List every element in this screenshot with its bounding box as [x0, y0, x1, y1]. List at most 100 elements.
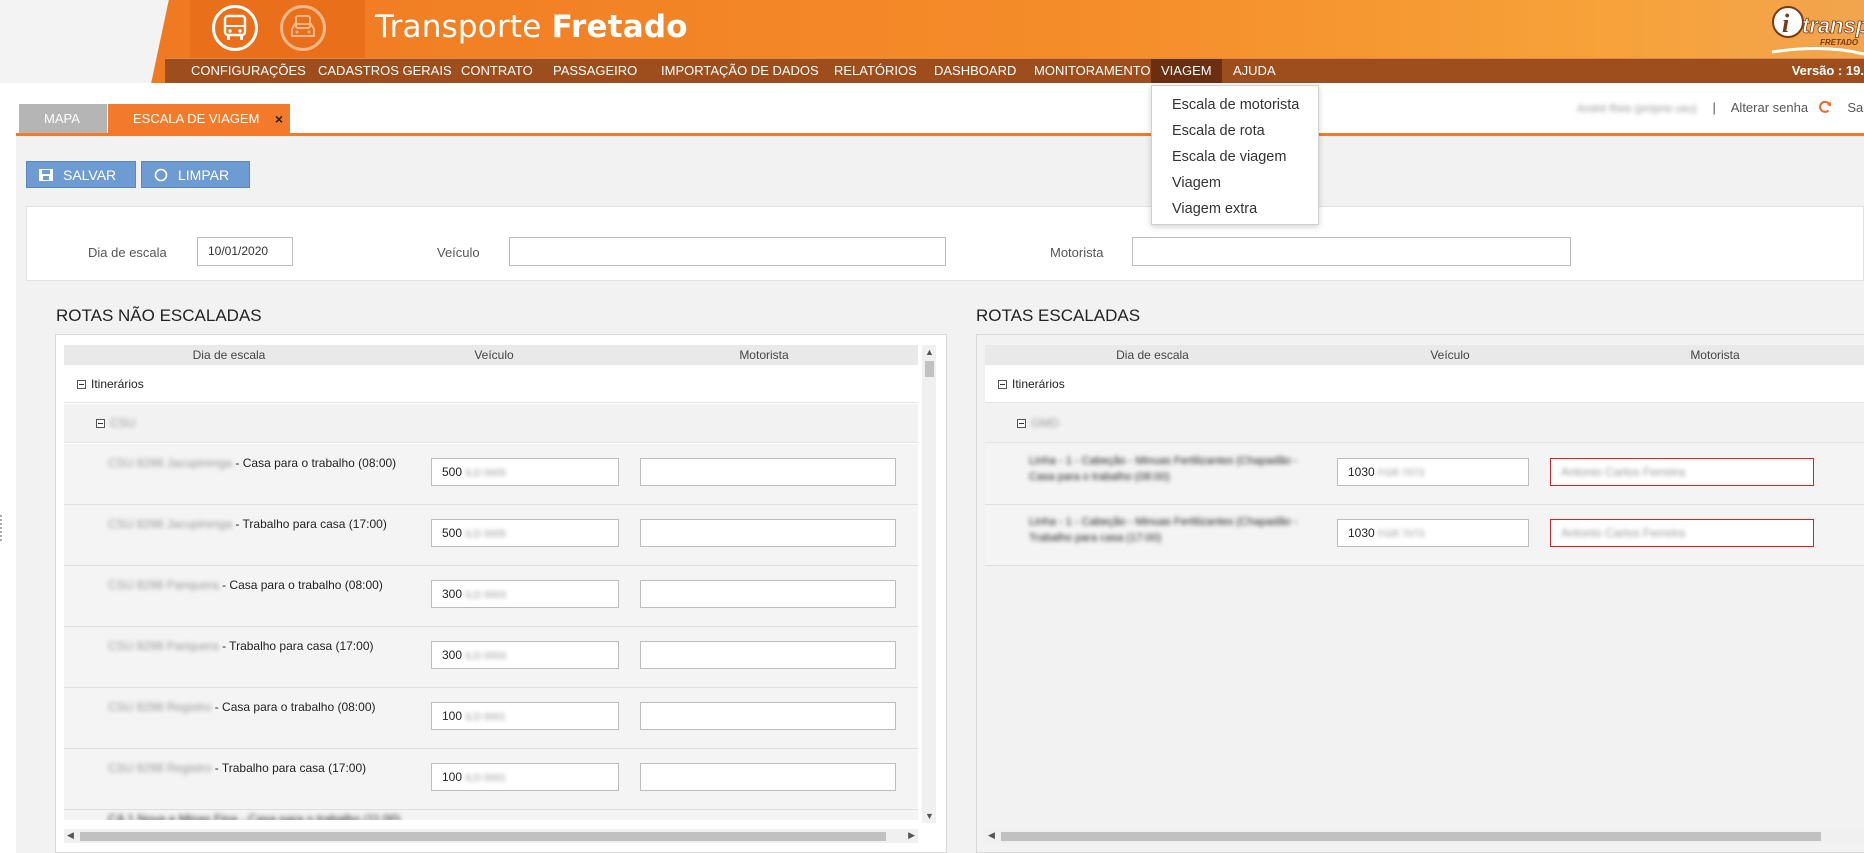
left-grid-title: ROTAS NÃO ESCALADAS: [56, 306, 262, 325]
driver-cell-input[interactable]: [640, 580, 896, 608]
svg-text:i: i: [1782, 9, 1790, 38]
table-row[interactable]: Linha - 1 - Cabeção - Minuas Fertilizant…: [985, 444, 1864, 505]
nav-item-monitoramento[interactable]: MONITORAMENTO: [1024, 59, 1161, 83]
splitter-handle[interactable]: [0, 515, 5, 541]
filter-panel: Dia de escala 10/01/2020 Veículo Motoris…: [26, 206, 1864, 281]
version-label: Versão : 19.: [1791, 63, 1864, 78]
driver-name: Antonio Carlos Ferreira: [1561, 526, 1686, 540]
save-button[interactable]: SALVAR: [26, 161, 136, 188]
right-col-vehicle[interactable]: Veículo: [1345, 345, 1555, 365]
vehicle-cell-input[interactable]: 1030 FGR 7073: [1337, 519, 1529, 547]
vehicle-cell-input[interactable]: 500 ILD 0005: [431, 519, 619, 547]
right-horizontal-scrollbar[interactable]: ◀: [985, 829, 1864, 843]
refresh-icon[interactable]: [1818, 100, 1834, 117]
left-subgroup-row[interactable]: CSU: [64, 404, 918, 443]
nav-item-cadastros-gerais[interactable]: CADASTROS GERAIS: [308, 59, 462, 83]
row-label: CSU 8298 Jacupirenga - Trabalho para cas…: [108, 517, 387, 531]
vehicle-number: 100: [442, 770, 463, 784]
vehicle-plate: FGR 7073: [1378, 529, 1425, 540]
menu-item-escala-de-motorista[interactable]: Escala de motorista: [1152, 92, 1318, 118]
vehicle-cell-input[interactable]: 1030 FGR 7073: [1337, 458, 1529, 486]
table-row[interactable]: Linha - 1 - Cabeção - Minuas Fertilizant…: [985, 505, 1864, 566]
close-icon[interactable]: ×: [275, 104, 283, 134]
change-password-link[interactable]: Alterar senha: [1731, 100, 1808, 115]
vehicle-number: 1030: [1348, 465, 1375, 479]
vehicle-cell-input[interactable]: 300 ILD 0003: [431, 580, 619, 608]
vehicle-input[interactable]: [509, 237, 946, 266]
vehicle-cell-input[interactable]: 300 ILD 0003: [431, 641, 619, 669]
driver-cell-input[interactable]: [640, 458, 896, 486]
row-trip: - Trabalho para casa (17:00): [218, 639, 374, 653]
table-row[interactable]: CSU 8298 Jacupirenga - Trabalho para cas…: [64, 505, 918, 566]
nav-item-importacao-de-dados[interactable]: IMPORTAÇÃO DE DADOS: [651, 59, 829, 83]
scroll-left-icon[interactable]: ◀: [67, 830, 74, 841]
vehicle-plate: ILD 0005: [465, 529, 506, 540]
driver-cell-input[interactable]: [640, 763, 896, 791]
main-nav: CONFIGURAÇÕES CADASTROS GERAIS CONTRATO …: [165, 58, 1864, 83]
nav-item-passageiro[interactable]: PASSAGEIRO: [543, 59, 647, 83]
date-input[interactable]: 10/01/2020: [197, 237, 293, 266]
row-label: CSU 8298 Pariquera - Casa para o trabalh…: [108, 578, 383, 592]
nav-item-relatorios[interactable]: RELATÓRIOS: [824, 59, 927, 83]
row-trip: - Trabalho para casa (17:00): [232, 517, 387, 531]
vehicle-cell-input[interactable]: 100 ILD 0001: [431, 702, 619, 730]
scroll-right-icon[interactable]: ▶: [908, 830, 915, 841]
row-prefix: CSU 8298 Jacupirenga: [108, 456, 233, 470]
table-row[interactable]: CSU 8298 Jacupirenga - Casa para o traba…: [64, 444, 918, 505]
menu-item-viagem-extra[interactable]: Viagem extra: [1152, 196, 1318, 222]
date-label: Dia de escala: [88, 245, 167, 260]
left-horizontal-scrollbar[interactable]: ◀ ▶: [64, 829, 918, 843]
menu-item-escala-de-viagem[interactable]: Escala de viagem: [1152, 144, 1318, 170]
table-row[interactable]: CSU 8298 Pariquera - Casa para o trabalh…: [64, 566, 918, 627]
scroll-down-icon[interactable]: ▼: [925, 811, 934, 821]
right-group-row[interactable]: Itinerários: [985, 365, 1864, 403]
scroll-up-icon[interactable]: ▲: [925, 347, 934, 357]
right-col-date[interactable]: Dia de escala: [985, 345, 1320, 365]
logout-link[interactable]: Sa: [1847, 100, 1863, 115]
vehicle-cell-input[interactable]: 500 ILD 0005: [431, 458, 619, 486]
table-row[interactable]: CSU 8298 Pariquera - Trabalho para casa …: [64, 627, 918, 688]
row-trip: - Casa para o trabalho (08:00): [218, 578, 383, 592]
nav-item-contrato[interactable]: CONTRATO: [451, 59, 543, 83]
left-col-driver[interactable]: Motorista: [624, 345, 904, 365]
driver-cell-input[interactable]: [640, 641, 896, 669]
nav-item-configuracoes[interactable]: CONFIGURAÇÕES: [181, 59, 316, 83]
scroll-left-icon[interactable]: ◀: [988, 830, 995, 841]
collapse-icon[interactable]: [77, 380, 86, 389]
app-title: Transporte Fretado: [375, 9, 688, 45]
driver-cell-input[interactable]: [640, 702, 896, 730]
left-col-date[interactable]: Dia de escala: [64, 345, 394, 365]
vehicle-plate: ILD 0001: [465, 773, 506, 784]
clear-button[interactable]: LIMPAR: [141, 161, 250, 188]
nav-item-dashboard[interactable]: DASHBOARD: [924, 59, 1026, 83]
vehicle-cell-input[interactable]: 100 ILD 0001: [431, 763, 619, 791]
driver-label: Motorista: [1050, 245, 1104, 260]
collapse-icon[interactable]: [1017, 419, 1026, 428]
app-title-light: Transporte: [375, 9, 542, 45]
driver-cell-input[interactable]: Antonio Carlos Ferreira: [1550, 519, 1814, 547]
driver-cell-input[interactable]: Antonio Carlos Ferreira: [1550, 458, 1814, 486]
scroll-thumb[interactable]: [1001, 832, 1821, 841]
scroll-thumb[interactable]: [925, 361, 934, 377]
row-prefix: CSU 8298 Pariquera: [108, 639, 219, 653]
tab-mapa[interactable]: MAPA: [19, 104, 107, 134]
vehicle-plate: FGR 7073: [1378, 468, 1425, 479]
table-row[interactable]: CSU 8298 Registro - Trabalho para casa (…: [64, 749, 918, 810]
left-group-row[interactable]: Itinerários: [64, 365, 918, 403]
right-subgroup-row[interactable]: GMD: [985, 404, 1864, 443]
left-col-vehicle[interactable]: Veículo: [404, 345, 584, 365]
collapse-icon[interactable]: [998, 380, 1007, 389]
driver-cell-input[interactable]: [640, 519, 896, 547]
menu-item-escala-de-rota[interactable]: Escala de rota: [1152, 118, 1318, 144]
tab-escala-de-viagem[interactable]: ESCALA DE VIAGEM ×: [108, 104, 290, 134]
driver-input[interactable]: [1132, 237, 1571, 266]
table-row[interactable]: CSU 8298 Registro - Casa para o trabalho…: [64, 688, 918, 749]
scroll-thumb[interactable]: [80, 832, 886, 841]
row-label: CSU 8298 Jacupirenga - Casa para o traba…: [108, 456, 396, 470]
collapse-icon[interactable]: [96, 419, 105, 428]
left-vertical-scrollbar[interactable]: ▲ ▼: [922, 345, 936, 823]
nav-item-ajuda[interactable]: AJUDA: [1223, 59, 1286, 83]
menu-item-viagem[interactable]: Viagem: [1152, 170, 1318, 196]
nav-item-viagem[interactable]: VIAGEM: [1151, 59, 1222, 83]
right-col-driver[interactable]: Motorista: [1575, 345, 1855, 365]
